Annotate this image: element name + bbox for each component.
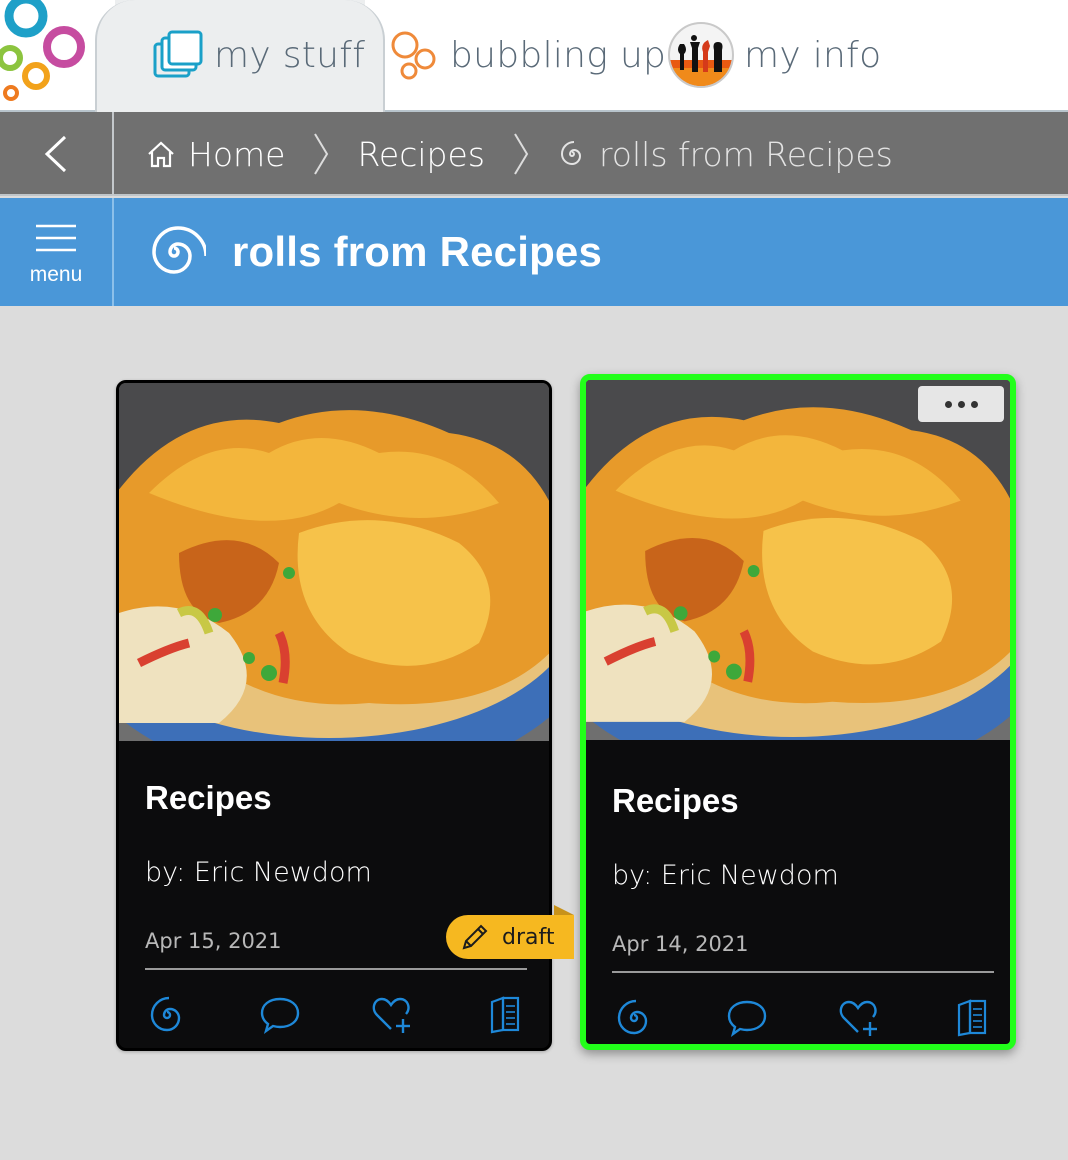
breadcrumb-home[interactable]: Home [146, 135, 285, 174]
more-options-button[interactable] [918, 386, 1004, 422]
card-title: Recipes [145, 779, 272, 816]
tab-my-info[interactable]: my info [668, 0, 881, 110]
tab-my-stuff[interactable]: my stuff [152, 0, 365, 110]
breadcrumb-recipes[interactable]: Recipes [357, 135, 485, 174]
page-title-group: rolls from Recipes [142, 198, 602, 306]
menu-button[interactable]: menu [0, 198, 114, 306]
roll-card-selected[interactable]: Recipes by: Eric Newdom Apr 14, 2021 [580, 374, 1016, 1050]
spiral-icon[interactable] [612, 996, 656, 1040]
more-dots-icon [944, 400, 952, 408]
pot-pie-image [586, 380, 1010, 740]
comment-icon[interactable] [725, 996, 769, 1040]
card-actions [612, 996, 994, 1040]
pot-pie-image [119, 383, 549, 741]
card-divider [145, 968, 527, 970]
card-author: by: Eric Newdom [612, 860, 839, 891]
spiral-icon [152, 226, 206, 274]
card-actions [145, 993, 527, 1037]
menu-label: menu [29, 263, 83, 286]
card-date: Apr 14, 2021 [612, 932, 749, 956]
chevron-right-icon [513, 132, 529, 176]
heart-plus-icon[interactable] [370, 993, 414, 1037]
breadcrumb-recipes-label: Recipes [357, 134, 485, 174]
spiral-icon[interactable] [145, 993, 189, 1037]
chevron-left-icon [44, 135, 67, 173]
draft-label: draft [502, 924, 555, 950]
more-dots-icon [957, 400, 965, 408]
chevron-right-icon [313, 132, 329, 176]
bubbles-icon [388, 29, 440, 81]
chess-avatar-icon [668, 22, 734, 88]
page-title: rolls from Recipes [232, 228, 603, 275]
back-button[interactable] [0, 112, 114, 196]
card-title: Recipes [612, 782, 739, 819]
heart-plus-icon[interactable] [837, 996, 881, 1040]
hamburger-icon [36, 224, 76, 252]
tab-my-info-label: my info [744, 34, 882, 76]
more-dots-icon [970, 400, 978, 408]
breadcrumb: Home Recipes rolls from Recipes [146, 112, 893, 196]
breadcrumb-bar: Home Recipes rolls from Recipes [0, 112, 1068, 196]
title-bar: menu rolls from Recipes [0, 198, 1068, 306]
draft-badge[interactable]: draft [446, 905, 574, 959]
folders-icon [152, 29, 204, 81]
top-nav-bar: my stuff bubbling up my info [0, 0, 1068, 112]
pencil-icon [462, 924, 488, 950]
book-icon[interactable] [950, 996, 994, 1040]
logo-circles-icon[interactable] [0, 0, 110, 110]
draft-badge-body: draft [446, 915, 574, 959]
book-icon[interactable] [483, 993, 527, 1037]
tab-my-stuff-label: my stuff [214, 34, 366, 76]
breadcrumb-current: rolls from Recipes [557, 135, 893, 174]
tab-bubbling-up[interactable]: bubbling up [388, 0, 666, 110]
tab-bubbling-up-label: bubbling up [450, 34, 667, 76]
draft-badge-fold [554, 905, 574, 915]
card-divider [612, 971, 994, 973]
card-date: Apr 15, 2021 [145, 929, 282, 953]
home-icon [148, 141, 174, 168]
breadcrumb-home-label: Home [188, 134, 286, 174]
breadcrumb-current-label: rolls from Recipes [598, 134, 893, 174]
spiral-icon [560, 141, 581, 166]
comment-icon[interactable] [258, 993, 302, 1037]
card-author: by: Eric Newdom [145, 857, 372, 888]
